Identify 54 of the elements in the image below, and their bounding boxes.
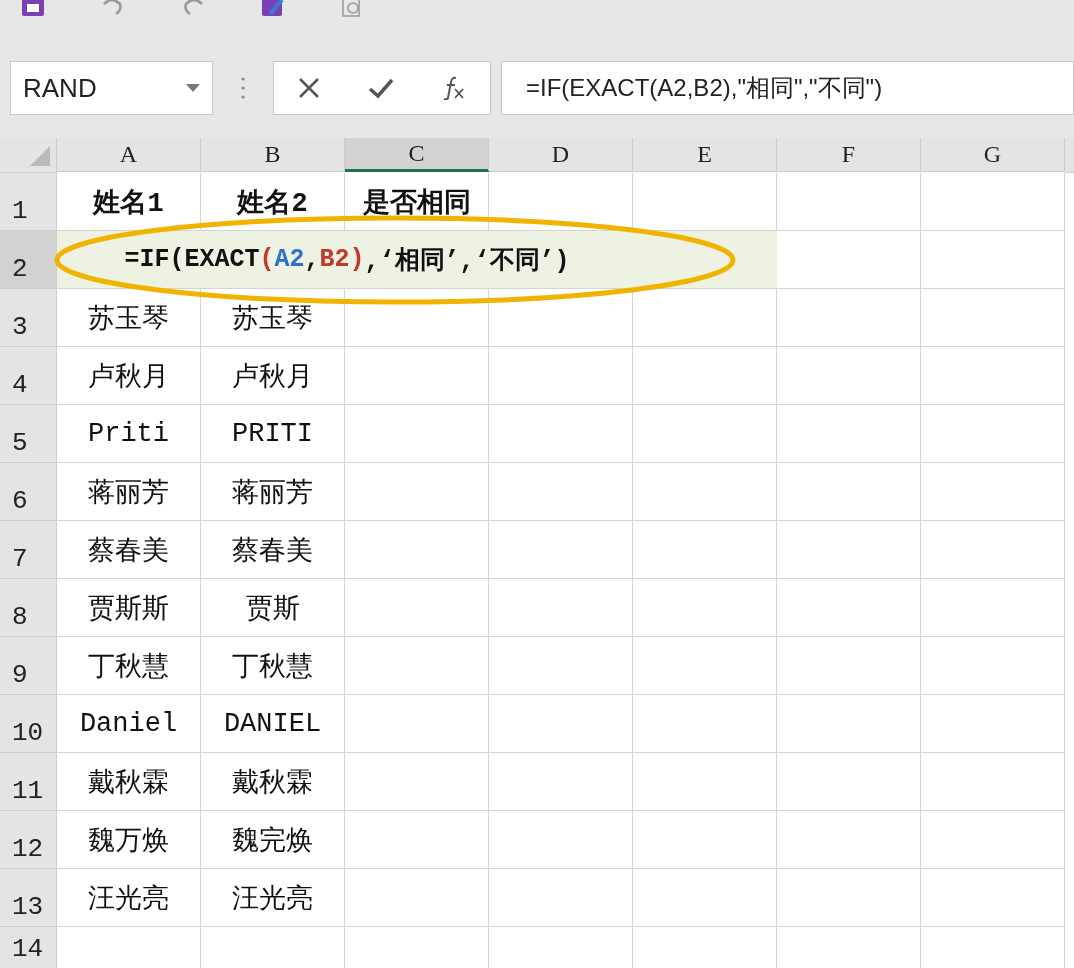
table-cell: 魏完焕 (201, 811, 345, 869)
row-header[interactable]: 4 (0, 347, 57, 405)
formula-input[interactable]: =IF(EXACT(A2,B2),"相同","不同") (501, 61, 1074, 115)
name-box[interactable]: RAND (10, 61, 213, 115)
cancel-icon[interactable] (298, 77, 320, 99)
table-cell: 卢秋月 (201, 347, 345, 405)
column-header[interactable]: F (777, 138, 921, 172)
column-header[interactable]: A (57, 138, 201, 172)
table-cell: 丁秋慧 (57, 637, 201, 695)
save-icon[interactable] (20, 0, 46, 18)
row-header[interactable]: 14 (0, 927, 57, 968)
table-cell: 蒋丽芳 (57, 463, 201, 521)
table-cell: 蔡春美 (57, 521, 201, 579)
table-cell: 丁秋慧 (201, 637, 345, 695)
table-cell: 魏万焕 (57, 811, 201, 869)
table-cell: 卢秋月 (57, 347, 201, 405)
table-cell: Daniel (57, 695, 201, 753)
row-header[interactable]: 13 (0, 869, 57, 927)
function-icon[interactable] (442, 76, 466, 100)
row-header[interactable]: 12 (0, 811, 57, 869)
row-header[interactable]: 9 (0, 637, 57, 695)
row-header[interactable]: 10 (0, 695, 57, 753)
corner-triangle-icon (30, 146, 50, 166)
column-header[interactable]: B (201, 138, 345, 172)
table-cell: 汪光亮 (57, 869, 201, 927)
table-cell: DANIEL (201, 695, 345, 753)
table-cell: Priti (57, 405, 201, 463)
row-header[interactable]: 7 (0, 521, 57, 579)
table-cell: 蒋丽芳 (201, 463, 345, 521)
check-icon[interactable] (368, 77, 394, 99)
table-cell: 戴秋霖 (57, 753, 201, 811)
table-cell: 贾斯斯 (57, 579, 201, 637)
table-cell: 贾斯 (201, 579, 345, 637)
column-header[interactable]: G (921, 138, 1065, 172)
dropdown-caret-icon[interactable] (186, 84, 200, 92)
cell-editor[interactable]: =IF(EXACT(A2,B2),‘相同’,‘不同’) (57, 231, 777, 289)
table-cell: 苏玉琴 (57, 289, 201, 347)
row-header[interactable]: 8 (0, 579, 57, 637)
grip-icon (241, 77, 245, 99)
column-header[interactable]: D (489, 138, 633, 172)
table-cell: 戴秋霖 (201, 753, 345, 811)
row-header[interactable]: 3 (0, 289, 57, 347)
table-cell: 蔡春美 (201, 521, 345, 579)
column-header[interactable]: E (633, 138, 777, 172)
edit-icon[interactable] (260, 0, 286, 18)
row-header[interactable]: 11 (0, 753, 57, 811)
table-cell: 汪光亮 (201, 869, 345, 927)
table-cell: 苏玉琴 (201, 289, 345, 347)
row-header[interactable]: 5 (0, 405, 57, 463)
row-header[interactable]: 2 (0, 231, 57, 289)
table-cell: PRITI (201, 405, 345, 463)
column-header[interactable]: C (345, 138, 489, 172)
row-header[interactable]: 6 (0, 463, 57, 521)
row-header[interactable]: 1 (0, 173, 57, 231)
